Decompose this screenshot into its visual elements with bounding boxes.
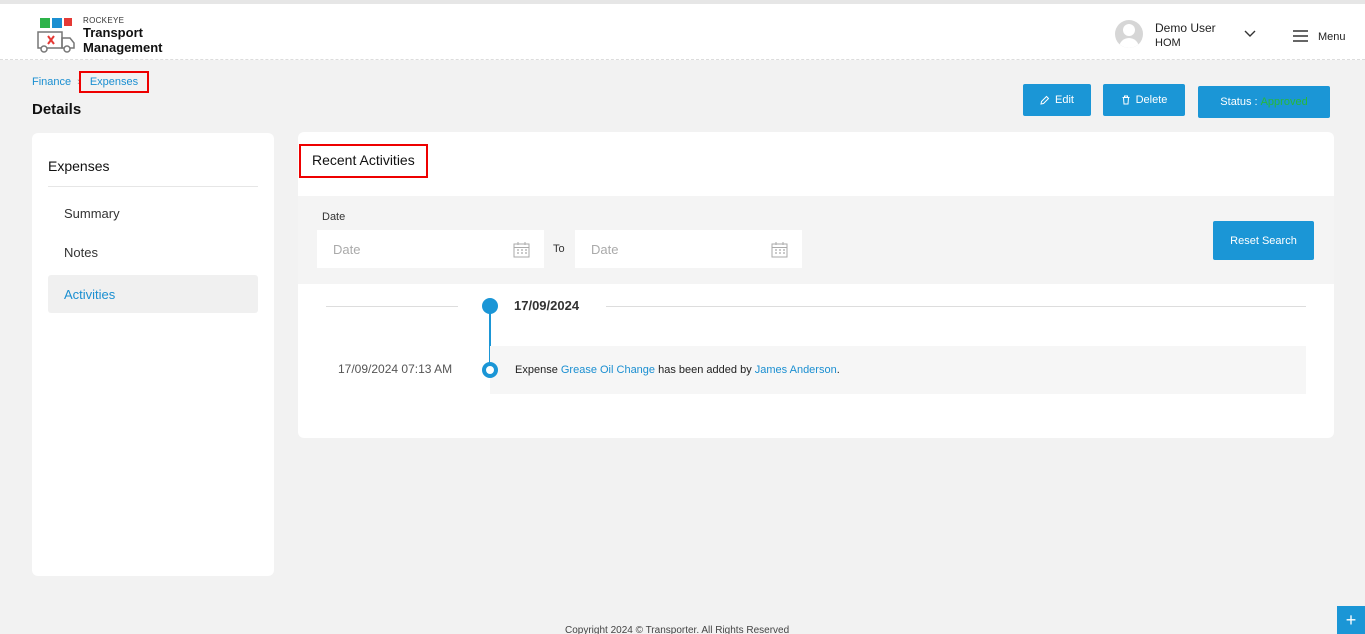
date-to-input[interactable]: Date xyxy=(575,230,802,268)
add-floating-button[interactable]: + xyxy=(1337,606,1365,634)
pencil-icon xyxy=(1040,95,1050,105)
status-label: Status : xyxy=(1220,96,1258,108)
recent-activities-panel: Recent Activities Date Date To Date Rese… xyxy=(298,132,1334,438)
chevron-down-icon[interactable] xyxy=(1243,29,1257,39)
activity-user-link[interactable]: James Anderson xyxy=(755,364,837,376)
breadcrumb-expenses-link[interactable]: Expenses xyxy=(78,71,150,93)
timeline-entry-marker xyxy=(482,362,498,378)
activity-entry: Expense Grease Oil Change has been added… xyxy=(490,346,1306,394)
timeline-divider xyxy=(326,306,458,307)
date-filter-label: Date xyxy=(322,211,346,223)
timeline-date-heading: 17/09/2024 xyxy=(514,298,580,313)
footer-copyright: Copyright 2024 © Transporter. All Rights… xyxy=(565,625,790,634)
activity-middle: has been added by xyxy=(658,364,752,376)
calendar-icon[interactable] xyxy=(513,241,530,258)
breadcrumb: Finance › Expenses xyxy=(32,71,150,93)
activity-suffix: . xyxy=(836,364,840,376)
sidebar-item-summary[interactable]: Summary xyxy=(48,194,258,232)
date-filter-bar: Date Date To Date Reset Search xyxy=(298,196,1334,284)
date-from-input[interactable]: Date xyxy=(317,230,544,268)
reset-search-button[interactable]: Reset Search xyxy=(1213,221,1314,260)
delete-button[interactable]: Delete xyxy=(1103,84,1185,116)
page-title: Details xyxy=(32,101,82,118)
date-to-placeholder: Date xyxy=(591,241,619,257)
sidebar-heading: Expenses xyxy=(48,158,258,187)
menu-button[interactable]: Menu xyxy=(1318,31,1346,43)
calendar-icon[interactable] xyxy=(771,241,788,258)
date-from-placeholder: Date xyxy=(333,241,361,257)
trash-icon xyxy=(1122,95,1130,105)
user-name: Demo User xyxy=(1155,21,1216,35)
brand-title: Transport Management xyxy=(83,25,163,55)
edit-button[interactable]: Edit xyxy=(1023,84,1091,116)
activity-item-link[interactable]: Grease Oil Change xyxy=(561,364,655,376)
edit-button-label: Edit xyxy=(1055,94,1074,106)
timeline-divider xyxy=(606,306,1306,307)
delete-button-label: Delete xyxy=(1135,94,1168,106)
user-role: HOM xyxy=(1155,37,1181,49)
status-badge: Status : Approved xyxy=(1198,86,1330,118)
date-to-label: To xyxy=(553,243,565,255)
activity-prefix: Expense xyxy=(515,364,558,376)
sidebar-item-activities[interactable]: Activities xyxy=(48,275,258,313)
section-title: Recent Activities xyxy=(299,144,428,178)
activity-timestamp: 17/09/2024 07:13 AM xyxy=(338,362,453,376)
brand-subtitle: ROCKEYE xyxy=(83,16,125,25)
status-value: Approved xyxy=(1260,96,1308,108)
top-bar: ROCKEYE Transport Management Demo User H… xyxy=(0,0,1365,60)
sidebar: Expenses Summary Notes Activities xyxy=(32,133,274,576)
breadcrumb-finance-link[interactable]: Finance xyxy=(32,76,71,88)
sidebar-item-notes[interactable]: Notes xyxy=(48,233,258,271)
hamburger-menu-icon[interactable] xyxy=(1293,30,1308,42)
brand-logo-icon[interactable] xyxy=(34,14,76,54)
user-avatar[interactable] xyxy=(1115,20,1143,48)
